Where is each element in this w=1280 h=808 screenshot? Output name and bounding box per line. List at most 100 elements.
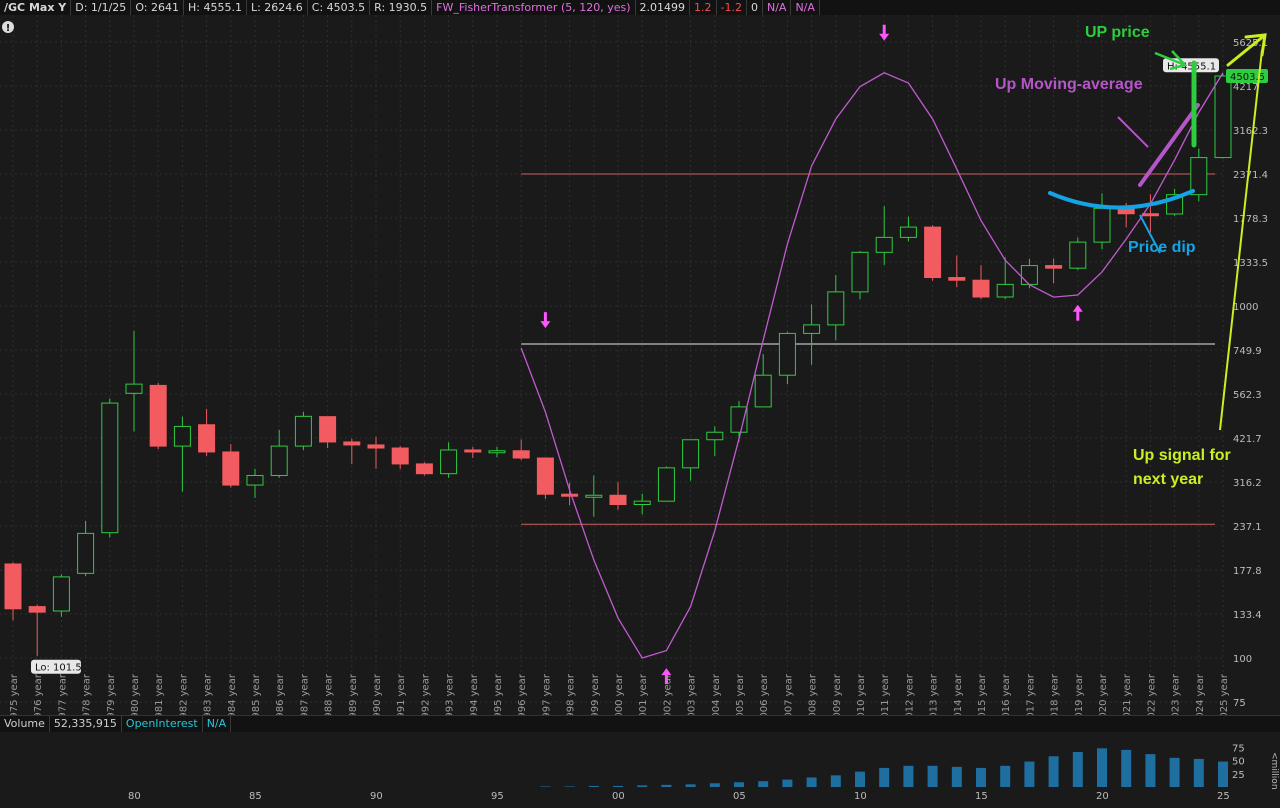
year-label: 2025 year [1219,673,1230,715]
candle-body [222,451,240,486]
candle-body [319,416,337,443]
year-label: 2004 year [711,673,722,715]
y-tick-label: 177.8 [1233,566,1262,577]
candle-body [28,606,46,613]
volume-bar [637,785,648,787]
year-label: 1999 year [590,673,601,715]
year-label: 1988 year [324,673,335,715]
year-label: 2023 year [1171,673,1182,715]
volume-bar [855,771,865,787]
year-label: 2009 year [832,673,843,715]
candle-body [609,494,627,505]
volume-bar [734,782,744,787]
year-label: 1991 year [396,673,407,715]
candle-body [730,406,748,433]
study-na2: N/A [791,0,820,15]
candle-body [657,467,675,502]
year-label: 1993 year [445,673,456,715]
y-tick-label: 562.3 [1233,390,1262,401]
candle-body [294,415,312,447]
annotation-signal-2: next year [1133,471,1204,488]
x-tick-label: 10 [854,791,867,802]
low-label: Lo: 101.5 [35,663,82,674]
x-tick-label: 85 [249,791,262,802]
volume-bar [661,784,672,787]
volume-bar [1097,748,1107,787]
volume-bar [758,781,769,787]
candle-body [101,402,119,534]
candle-body [77,532,95,574]
volume-bar [830,775,841,787]
volume-tick-label: 25 [1232,770,1245,781]
volume-bar [1145,754,1156,787]
volume-bar [1048,756,1059,787]
volume-bar [879,767,890,787]
volume-chart[interactable]: 75 50 25 <millions> [0,732,1280,789]
price-chart[interactable]: 5625.142173162.32371.41778.31333.5100074… [0,15,1280,715]
year-label: 1985 year [251,673,262,715]
symbol-label[interactable]: /GC Max Y [0,0,72,15]
volume-bar [976,767,986,787]
candle-body [512,450,530,459]
open-label: O: 2641 [131,0,184,15]
candle-body [633,500,651,505]
year-label: 2014 year [953,673,964,715]
year-label: 1976 year [33,673,44,715]
year-label: 2010 year [856,673,867,715]
study-label[interactable]: FW_FisherTransformer (5, 120, yes) [432,0,636,15]
candle-body [343,441,361,446]
x-tick-label: 00 [612,791,625,802]
annotation-signal-1: Up signal for [1133,447,1231,464]
year-label: 1992 year [420,673,431,715]
volume-bar [927,765,938,787]
low-label: L: 2624.6 [247,0,308,15]
volume-bar [564,786,575,787]
year-label: 2001 year [638,673,649,715]
volume-bar [806,777,817,787]
year-label: 2012 year [904,673,915,715]
candle-body [391,447,409,465]
x-axis: 80 85 90 95 00 05 10 15 20 25 [0,789,1280,808]
close-label: C: 4503.5 [308,0,371,15]
candle-body [52,576,70,612]
candle-body [536,457,554,495]
year-label: 1975 year [9,673,20,715]
y-tick-label: 133.4 [1233,610,1262,621]
x-tick-label: 25 [1217,791,1230,802]
y-tick-label: 316.2 [1233,478,1262,489]
volume-bar [709,783,720,787]
annotation-up-price: UP price [1085,24,1150,41]
info-icon-glyph: ! [6,23,11,34]
year-label: 1981 year [154,673,165,715]
y-tick-label: 421.7 [1233,434,1262,445]
candle-body [415,463,433,475]
year-label: 2021 year [1122,673,1133,715]
volume-label[interactable]: Volume [0,716,50,732]
volume-bar [540,786,551,787]
candle-body [1214,75,1232,159]
candle-body [851,251,869,293]
year-label: 1977 year [57,673,68,715]
candle-body [488,450,506,454]
y-tick-label: 749.9 [1233,346,1262,357]
candle-body [682,439,700,469]
candle-body [198,424,216,453]
year-label: 1987 year [299,673,310,715]
year-label: 1979 year [106,673,117,715]
volume-header: Volume 52,335,915 OpenInterest N/A [0,715,1280,732]
volume-bar [1072,752,1083,787]
study-value: 2.01499 [636,0,691,15]
y-tick-label: 3162.3 [1233,126,1268,137]
year-label: 2022 year [1146,673,1157,715]
volume-bar [1169,757,1180,787]
year-label: 1980 year [130,673,141,715]
year-label: 1998 year [566,673,577,715]
candle-body [1020,265,1038,285]
candle-body [1093,207,1111,243]
x-tick-label: 05 [733,791,746,802]
candle-body [1069,241,1087,269]
volume-unit-label: <millions> [1269,752,1279,789]
study-v1: 1.2 [690,0,717,15]
open-interest-label[interactable]: OpenInterest [122,716,203,732]
candle-body [270,445,288,477]
